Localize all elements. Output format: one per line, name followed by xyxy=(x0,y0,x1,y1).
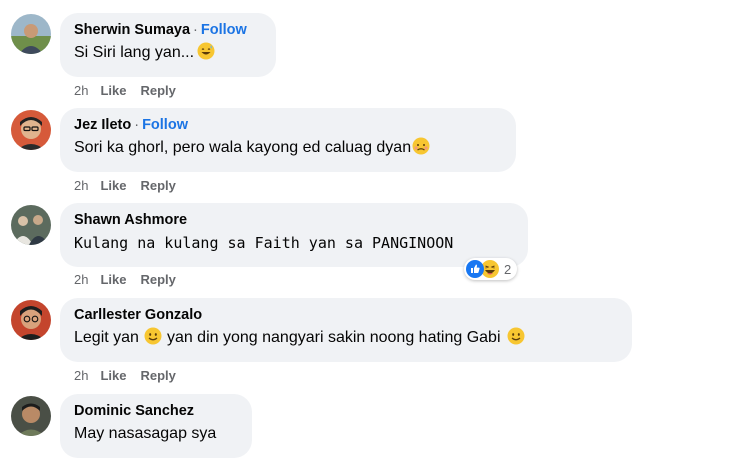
comment-bubble: Carllester Gonzalo Legit yan yan din yong… xyxy=(60,298,632,362)
comment-timestamp[interactable]: 2h xyxy=(74,178,88,193)
comment-actions: 2h Like Reply xyxy=(74,368,190,384)
follow-button[interactable]: Follow xyxy=(201,22,247,38)
comment-bubble: Shawn Ashmore Kulang na kulang sa Faith … xyxy=(60,203,528,267)
comment-text: yan din yong nangyari sakin noong hating… xyxy=(166,329,501,346)
reply-button[interactable]: Reply xyxy=(140,368,175,383)
reaction-count: 2 xyxy=(504,261,512,277)
comment-timestamp[interactable]: 2h xyxy=(74,368,88,383)
avatar[interactable] xyxy=(11,14,51,54)
separator-dot: · xyxy=(134,117,140,133)
slightly-smiling-face-emoji xyxy=(507,327,525,345)
author-name[interactable]: Shawn Ashmore xyxy=(74,212,187,228)
author-line: Jez Ileto · Follow xyxy=(74,116,502,135)
like-reaction-icon xyxy=(466,260,484,278)
reaction-summary[interactable]: 2 xyxy=(464,258,518,280)
comment-bubble: Jez Ileto · Follow Sori ka ghorl, pero wal… xyxy=(60,108,516,172)
comment-text: Sori ka ghorl, pero wala kayong ed calua… xyxy=(74,139,412,156)
avatar[interactable] xyxy=(11,300,51,340)
comment-actions: 2h Like Reply xyxy=(74,83,190,99)
comment-timestamp[interactable]: 2h xyxy=(74,272,88,287)
grinning-sweat-emoji xyxy=(197,42,215,60)
author-line: Sherwin Sumaya · Follow xyxy=(74,21,262,40)
comment-text-row: Sori ka ghorl, pero wala kayong ed calua… xyxy=(74,137,502,159)
comment-bubble: Dominic Sanchez May nasasagap sya xyxy=(60,394,252,458)
comment-text: Legit yan xyxy=(74,329,139,346)
comment-text-row: Si Siri lang yan... xyxy=(74,42,262,64)
disappointed-face-emoji xyxy=(412,137,430,155)
avatar[interactable] xyxy=(11,396,51,436)
avatar[interactable] xyxy=(11,110,51,150)
comment-text: Kulang na kulang sa Faith yan sa PANGINO… xyxy=(74,234,454,252)
avatar[interactable] xyxy=(11,205,51,245)
author-name[interactable]: Jez Ileto xyxy=(74,117,131,133)
comment-bubble: Sherwin Sumaya · Follow Si Siri lang yan..… xyxy=(60,13,276,77)
author-name[interactable]: Carllester Gonzalo xyxy=(74,307,202,323)
author-line: Carllester Gonzalo xyxy=(74,306,618,325)
comment-text: Si Siri lang yan... xyxy=(74,44,195,61)
comment-text-row: May nasasagap sya xyxy=(74,423,238,445)
author-name[interactable]: Sherwin Sumaya xyxy=(74,22,190,38)
comment-text-row: Legit yan yan din yong nangyari sakin noo… xyxy=(74,327,618,349)
like-button[interactable]: Like xyxy=(100,178,126,193)
author-name[interactable]: Dominic Sanchez xyxy=(74,403,194,419)
comment-timestamp[interactable]: 2h xyxy=(74,83,88,98)
reply-button[interactable]: Reply xyxy=(140,178,175,193)
author-line: Dominic Sanchez xyxy=(74,402,238,421)
slightly-smiling-face-emoji xyxy=(144,327,162,345)
follow-button[interactable]: Follow xyxy=(142,117,188,133)
like-button[interactable]: Like xyxy=(100,83,126,98)
like-button[interactable]: Like xyxy=(100,368,126,383)
like-button[interactable]: Like xyxy=(100,272,126,287)
reply-button[interactable]: Reply xyxy=(140,272,175,287)
reply-button[interactable]: Reply xyxy=(140,83,175,98)
comment-actions: 2h Like Reply xyxy=(74,272,190,288)
author-line: Shawn Ashmore xyxy=(74,211,514,230)
separator-dot: · xyxy=(193,22,198,38)
comment-text: May nasasagap sya xyxy=(74,425,217,442)
comment-actions: 2h Like Reply xyxy=(74,178,190,194)
comment-text-row: Kulang na kulang sa Faith yan sa PANGINO… xyxy=(74,232,514,254)
